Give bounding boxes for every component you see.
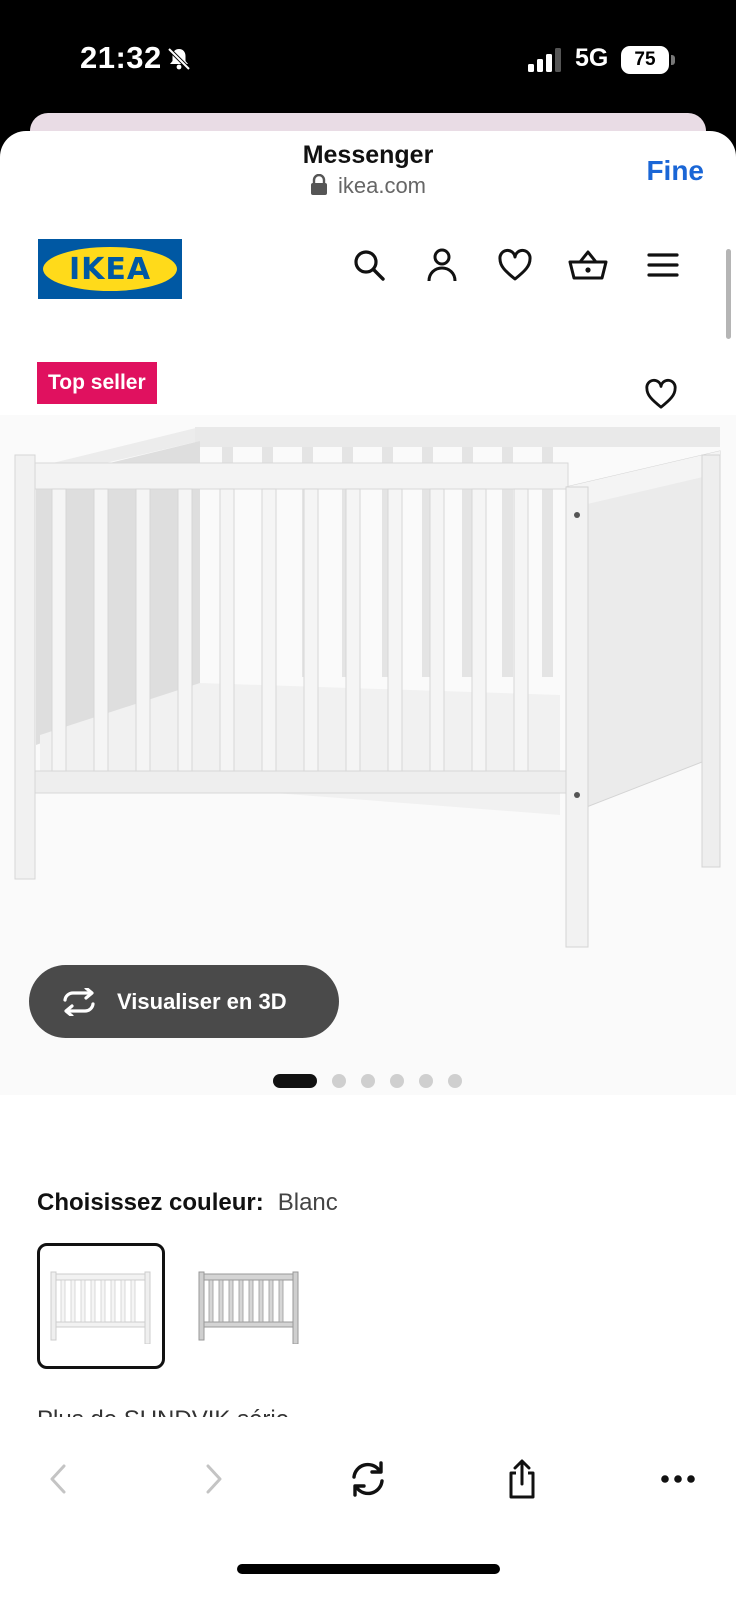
- color-swatch-white[interactable]: [37, 1243, 165, 1369]
- carousel-dot[interactable]: [390, 1074, 404, 1088]
- url-text: ikea.com: [337, 173, 427, 198]
- account-icon[interactable]: [422, 245, 462, 285]
- status-time: 21:32: [80, 40, 162, 75]
- menu-icon[interactable]: [643, 245, 683, 285]
- signal-icon: [528, 48, 561, 72]
- back-icon[interactable]: [36, 1457, 80, 1501]
- done-button[interactable]: Fine: [646, 155, 704, 187]
- carousel-dot[interactable]: [448, 1074, 462, 1088]
- url-bar[interactable]: ikea.com: [0, 173, 736, 199]
- browser-header: Messenger ikea.com Fine: [0, 131, 736, 211]
- carousel-dot[interactable]: [419, 1074, 433, 1088]
- view-3d-label: Visualiser en 3D: [117, 988, 287, 1014]
- color-value: Blanc: [277, 1189, 338, 1216]
- browser-sheet: Messenger ikea.com Fine IKEA Top seller …: [0, 131, 736, 1600]
- network-type: 5G: [575, 44, 609, 72]
- browser-toolbar: [0, 1417, 736, 1600]
- forward-icon[interactable]: [192, 1457, 236, 1501]
- ikea-logo[interactable]: IKEA: [38, 239, 182, 299]
- battery-indicator: 75: [621, 46, 669, 74]
- browser-title: Messenger: [302, 141, 434, 169]
- status-bar: 21:32 5G 75: [0, 0, 736, 118]
- bell-slash-icon: [167, 47, 191, 71]
- more-icon[interactable]: [656, 1457, 700, 1501]
- rotate-3d-icon: [63, 987, 95, 1016]
- battery-tip: [671, 55, 675, 65]
- carousel-dot[interactable]: [273, 1074, 317, 1088]
- heart-icon[interactable]: [495, 245, 535, 285]
- crib-thumbnail-grey: [198, 1271, 299, 1344]
- crib-thumbnail-white: [50, 1271, 151, 1344]
- search-icon[interactable]: [349, 245, 389, 285]
- carousel-dots: [273, 1074, 477, 1088]
- scroll-indicator[interactable]: [726, 249, 731, 339]
- carousel-dot[interactable]: [361, 1074, 375, 1088]
- carousel-dot[interactable]: [332, 1074, 346, 1088]
- color-selector-label: Choisissez couleur: Blanc: [37, 1189, 338, 1217]
- logo-text: IKEA: [68, 251, 152, 287]
- basket-icon[interactable]: [568, 245, 608, 285]
- share-icon[interactable]: [500, 1457, 544, 1501]
- logo-oval: IKEA: [43, 247, 177, 291]
- color-label: Choisissez couleur:: [37, 1189, 264, 1216]
- favorite-heart-icon[interactable]: [644, 378, 682, 416]
- home-indicator[interactable]: [237, 1564, 500, 1574]
- reload-icon[interactable]: [346, 1457, 390, 1501]
- color-swatch-grey[interactable]: [185, 1243, 313, 1369]
- top-seller-badge: Top seller: [37, 362, 157, 404]
- lock-icon: [310, 174, 327, 195]
- view-3d-button[interactable]: Visualiser en 3D: [29, 965, 339, 1038]
